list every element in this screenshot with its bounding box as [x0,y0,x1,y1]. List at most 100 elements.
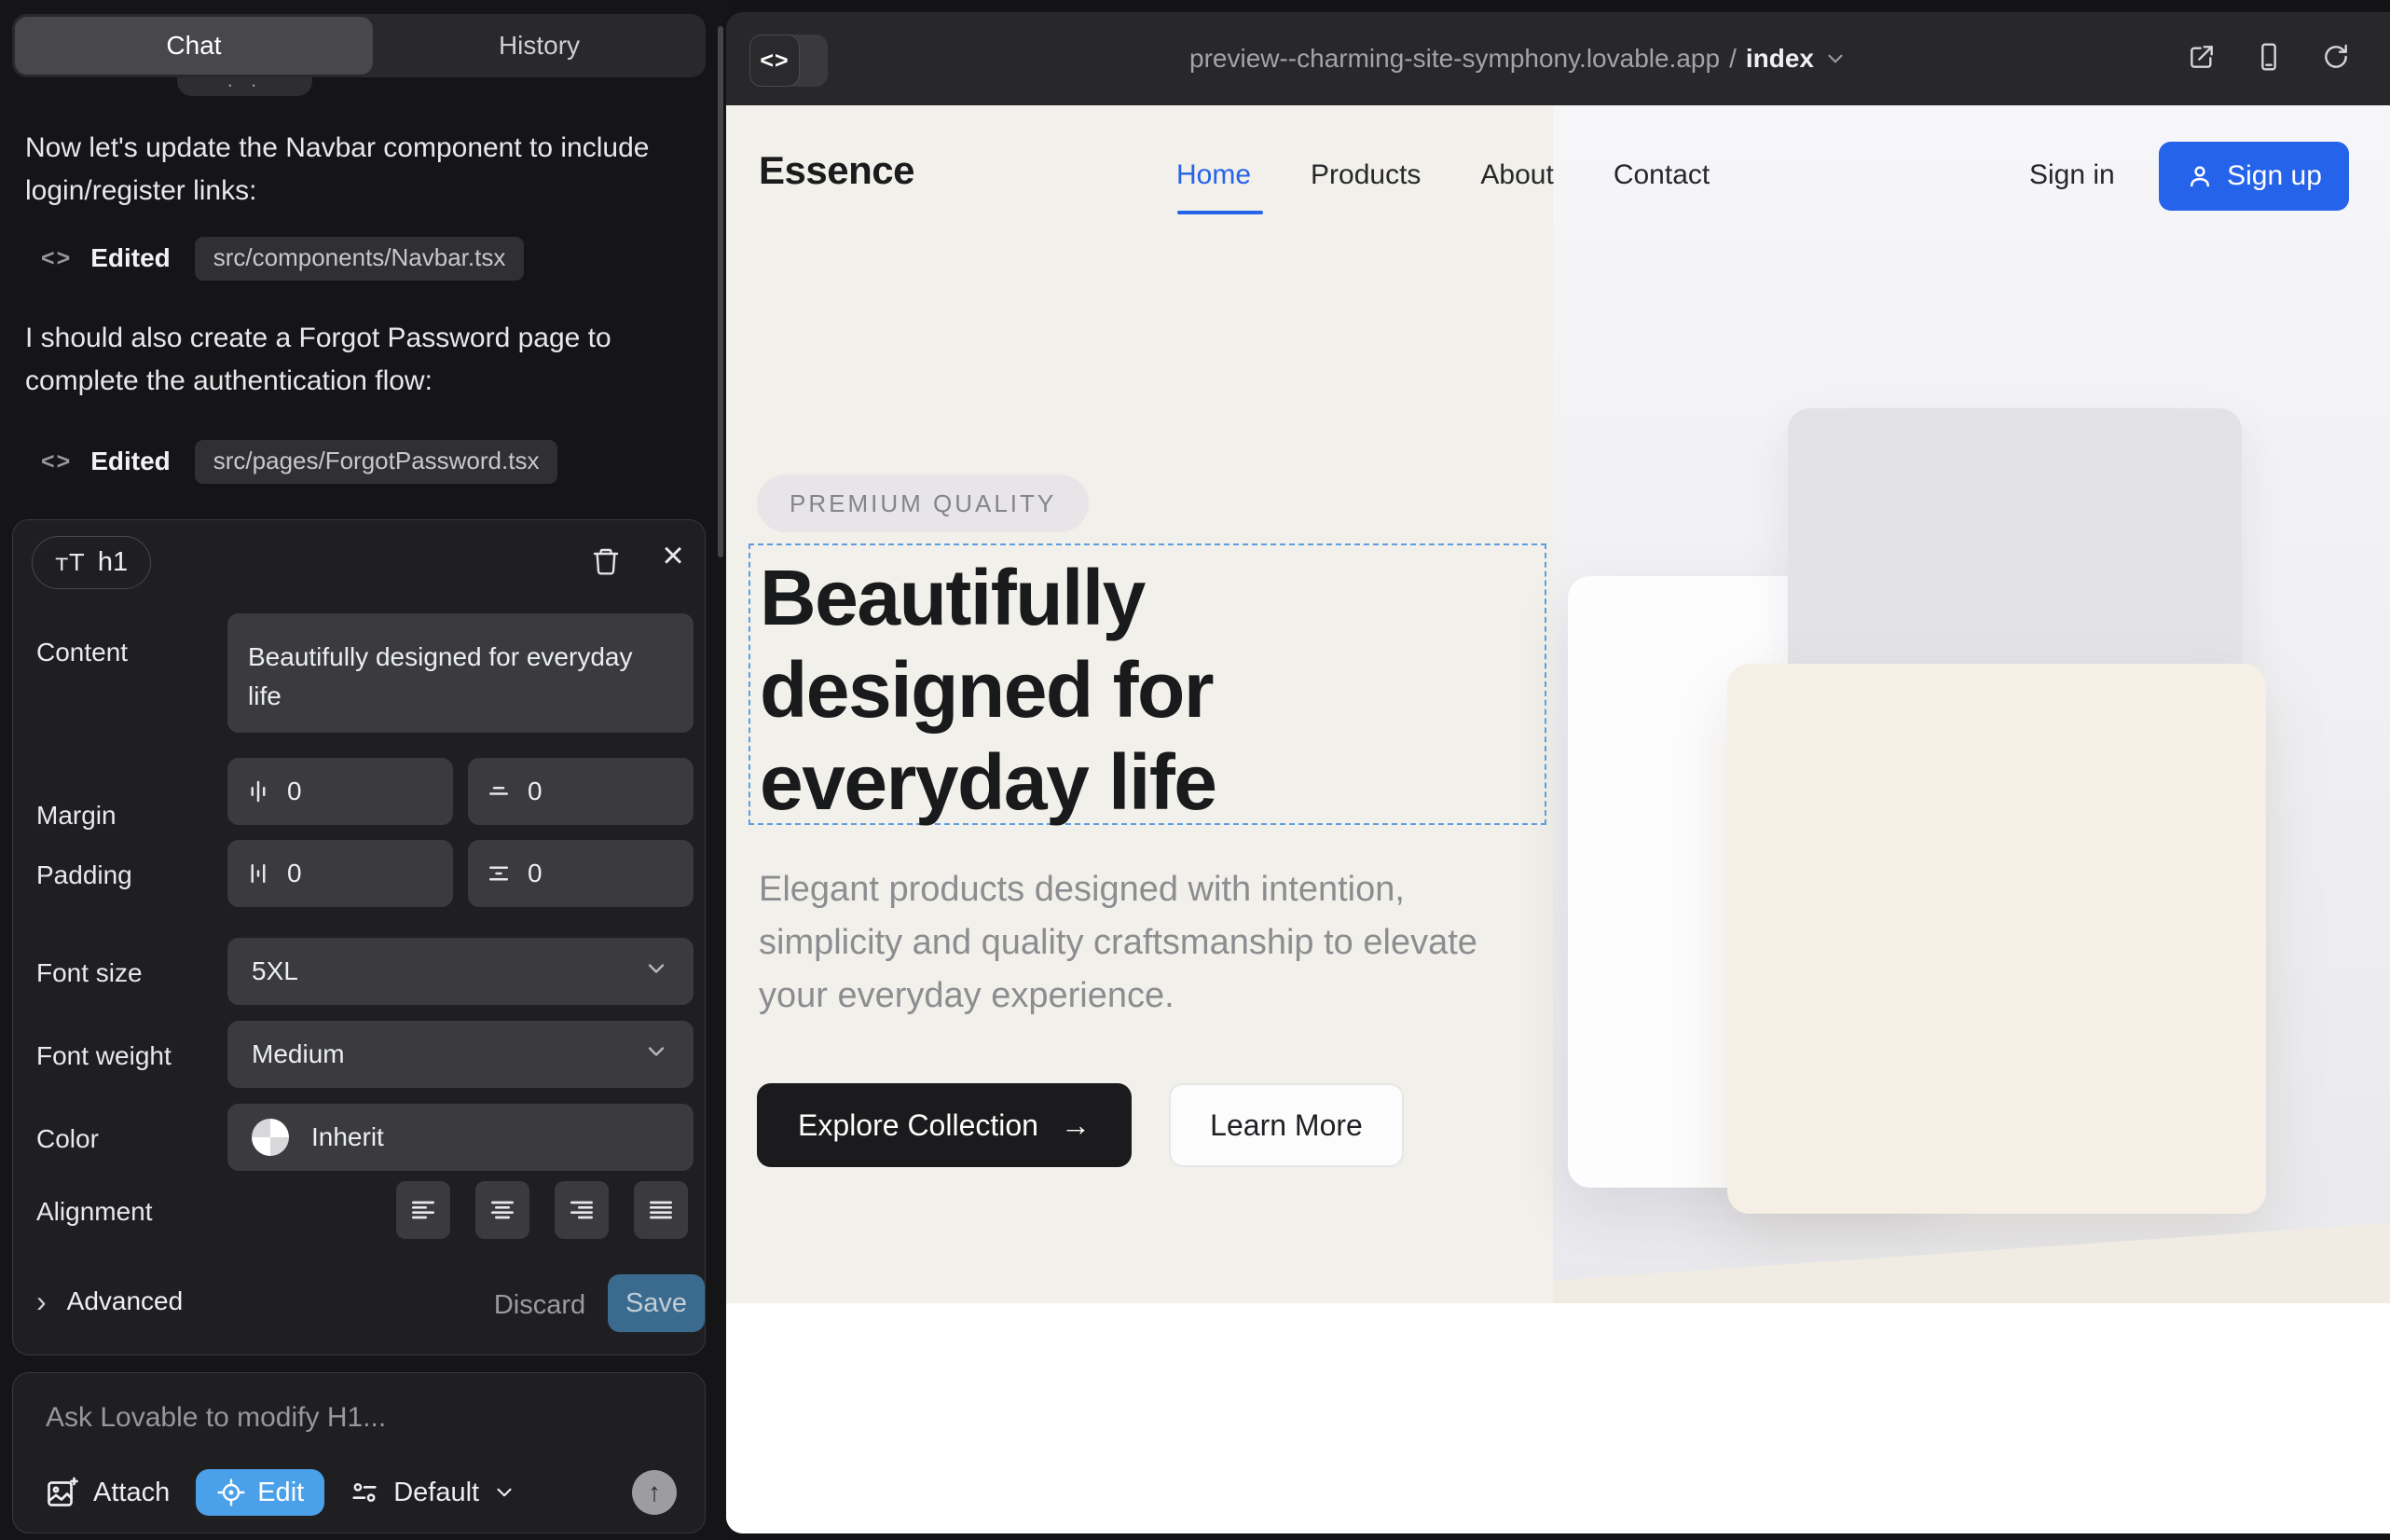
edited-file-row: <> Edited src/pages/ForgotPassword.tsx [25,440,557,483]
signin-link[interactable]: Sign in [2029,159,2115,191]
element-tag-label: h1 [98,547,128,578]
margin-label: Margin [36,801,117,831]
font-weight-label: Font weight [36,1041,172,1071]
file-chip[interactable]: src/pages/ForgotPassword.tsx [195,440,558,484]
scrolled-chip-peek: · · [177,77,312,96]
margin-x-value: 0 [287,777,302,806]
margin-x-input[interactable]: 0 [227,758,453,825]
align-center-button[interactable] [475,1181,529,1239]
alignment-label: Alignment [36,1197,153,1227]
padding-x-input[interactable]: 0 [227,840,453,907]
discard-label: Discard [494,1290,585,1321]
file-chip[interactable]: src/components/Navbar.tsx [195,237,525,281]
font-weight-value: Medium [252,1039,345,1069]
padding-y-input[interactable]: 0 [468,840,694,907]
sidebar-scrollbar[interactable] [718,26,723,557]
font-size-select[interactable]: 5XL [227,938,694,1005]
open-external-button[interactable] [2187,42,2217,76]
learn-more-button[interactable]: Learn More [1169,1083,1404,1167]
nav-link-home[interactable]: Home [1176,159,1251,191]
target-icon [216,1478,246,1507]
align-right-button[interactable] [555,1181,609,1239]
mobile-view-button[interactable] [2254,42,2284,76]
align-center-icon [488,1195,517,1225]
margin-y-value: 0 [528,777,543,806]
color-swatch [252,1119,289,1156]
arrow-right-icon: → [1061,1108,1091,1143]
signup-label: Sign up [2227,160,2322,192]
padding-x-icon [244,859,272,887]
refresh-button[interactable] [2321,42,2351,76]
chevron-right-icon: › [36,1288,47,1314]
align-justify-button[interactable] [634,1181,688,1239]
edit-mode-button[interactable]: Edit [196,1469,324,1516]
padding-label: Padding [36,860,132,890]
save-button[interactable]: Save [608,1274,705,1332]
preview-header: <> preview--charming-site-symphony.lovab… [726,12,2390,105]
chat-sidebar: Chat History · · Now let's update the Na… [0,0,727,1540]
nav-link-contact[interactable]: Contact [1614,159,1710,191]
preview-header-actions [2187,12,2351,105]
margin-y-input[interactable]: 0 [468,758,694,825]
padding-x-value: 0 [287,859,302,888]
site-logo[interactable]: Essence [759,148,914,193]
chevron-down-icon [643,1038,669,1071]
font-weight-select[interactable]: Medium [227,1021,694,1088]
attach-label: Attach [93,1478,170,1508]
color-value: Inherit [311,1122,384,1152]
composer-input[interactable]: Ask Lovable to modify H1... [46,1402,652,1434]
learn-more-label: Learn More [1210,1108,1363,1143]
tab-history-label: History [499,31,580,61]
margin-y-icon [485,777,513,805]
composer-placeholder: Ask Lovable to modify H1... [46,1402,386,1433]
hero-heading-line: everyday life [760,736,1216,829]
font-size-label: Font size [36,958,143,988]
refresh-icon [2321,42,2351,72]
hero-heading[interactable]: Beautifully designed for everyday life [760,552,1216,829]
edited-label: Edited [90,447,171,476]
margin-x-icon [244,777,272,805]
tab-history[interactable]: History [373,14,706,77]
padding-y-value: 0 [528,859,543,888]
explore-label: Explore Collection [798,1108,1038,1143]
edit-label: Edit [257,1478,304,1508]
element-tag-chip[interactable]: ᴛT h1 [32,536,151,589]
content-label: Content [36,638,128,667]
chevron-down-icon [643,956,669,988]
attach-button[interactable]: Attach [45,1476,170,1509]
model-default-dropdown[interactable]: Default [349,1477,516,1508]
advanced-label: Advanced [67,1286,184,1316]
attach-image-icon [45,1476,78,1509]
chat-composer: Ask Lovable to modify H1... Attach Edit … [12,1372,706,1533]
url-separator: / [1729,44,1737,74]
trash-icon [591,546,621,576]
tab-chat[interactable]: Chat [15,17,373,75]
close-icon: × [662,535,683,577]
tab-chat-label: Chat [166,31,221,61]
nav-active-underline [1177,211,1263,214]
nav-link-products[interactable]: Products [1311,159,1421,191]
font-size-value: 5XL [252,956,298,986]
advanced-toggle[interactable]: › Advanced [36,1286,183,1316]
align-left-button[interactable] [396,1181,450,1239]
content-input[interactable]: Beautifully designed for everyday life [227,613,694,733]
delete-element-button[interactable] [587,543,625,580]
align-justify-icon [646,1195,676,1225]
site-bottom-section [726,1303,2390,1533]
discard-button[interactable]: Discard [484,1286,596,1324]
nav-link-about[interactable]: About [1480,159,1553,191]
url-domain: preview--charming-site-symphony.lovable.… [1189,44,1720,74]
arrow-up-icon: ↑ [648,1478,661,1507]
signup-button[interactable]: Sign up [2159,142,2349,211]
explore-collection-button[interactable]: Explore Collection → [757,1083,1132,1167]
color-select[interactable]: Inherit [227,1104,694,1171]
smartphone-icon [2254,42,2284,72]
chat-message: I should also create a Forgot Password p… [25,317,693,403]
send-button[interactable]: ↑ [632,1470,677,1515]
decor-card-cream [1727,664,2266,1214]
hero-paragraph: Elegant products designed with intention… [759,863,1532,1023]
hero-cta-row: Explore Collection → Learn More [757,1083,1404,1167]
default-label: Default [393,1478,479,1508]
close-panel-button[interactable]: × [654,537,692,574]
preview-url-bar[interactable]: preview--charming-site-symphony.lovable.… [726,12,2311,105]
